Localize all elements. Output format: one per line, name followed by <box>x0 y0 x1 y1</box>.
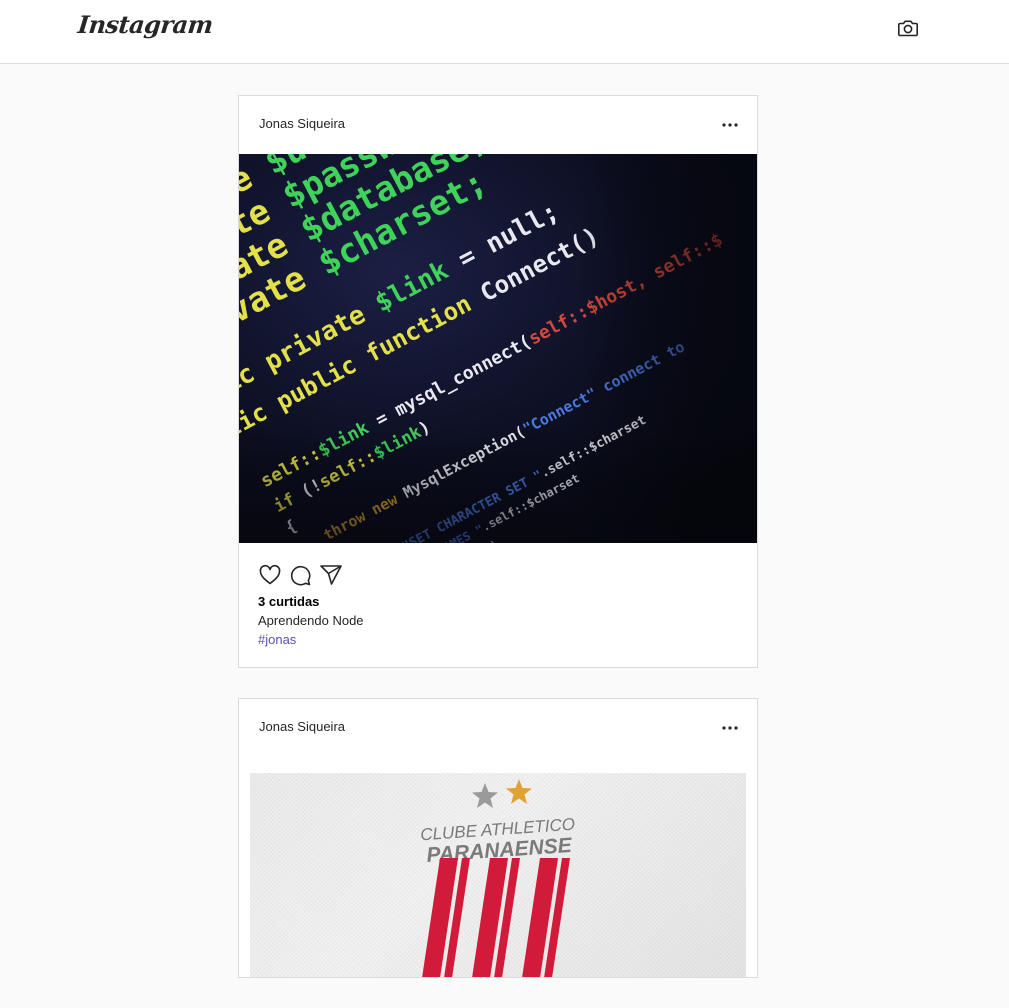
more-options-icon[interactable] <box>721 118 739 132</box>
star-icon <box>506 779 532 804</box>
likes-count: 3 curtidas <box>258 594 320 609</box>
more-options-icon[interactable] <box>721 721 739 735</box>
share-icon[interactable] <box>319 563 343 587</box>
post-card: Jonas Siqueira CLUBE ATHLETICO PARANAENS… <box>238 698 758 978</box>
heart-icon[interactable] <box>258 563 282 587</box>
post-header: Jonas Siqueira <box>239 96 757 154</box>
post-image-club[interactable]: CLUBE ATHLETICO PARANAENSE <box>239 757 757 977</box>
post-image-code[interactable]: private $host; private $username; privat… <box>239 154 757 543</box>
camera-icon[interactable] <box>896 16 920 40</box>
post-author[interactable]: Jonas Siqueira <box>259 719 345 734</box>
feed: Jonas Siqueira 3 curtidas Aprendendo Nod… <box>238 95 758 1008</box>
post-actions <box>239 543 757 591</box>
post-caption: Aprendendo Node <box>258 613 364 628</box>
star-icon <box>472 783 498 808</box>
club-crest-image: CLUBE ATHLETICO PARANAENSE <box>250 773 746 977</box>
top-navigation-bar: Instagram <box>0 0 1009 64</box>
post-header: Jonas Siqueira <box>239 699 757 757</box>
comment-icon[interactable] <box>288 563 312 587</box>
instagram-logo[interactable]: Instagram <box>76 10 214 39</box>
post-card: Jonas Siqueira 3 curtidas Aprendendo Nod… <box>238 95 758 668</box>
post-hashtag[interactable]: #jonas <box>239 632 757 667</box>
post-author[interactable]: Jonas Siqueira <box>259 116 345 131</box>
